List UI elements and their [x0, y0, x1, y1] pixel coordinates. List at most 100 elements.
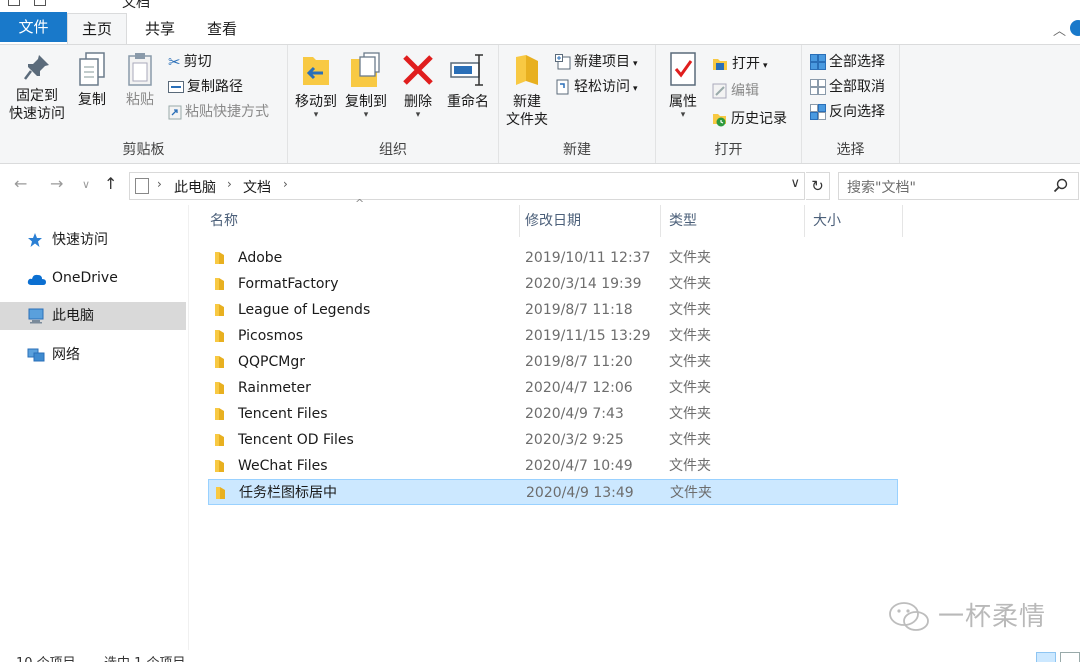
file-type: 文件夹 — [670, 485, 712, 501]
edit-button[interactable]: 编辑 — [712, 80, 759, 102]
file-row[interactable]: FormatFactory 2020/3/14 19:39 文件夹 — [208, 271, 898, 297]
up-arrow-icon[interactable]: ↑ — [104, 174, 117, 193]
scissors-icon: ✂ — [168, 53, 181, 71]
column-header-name[interactable]: 名称 — [202, 205, 520, 237]
tab-file[interactable]: 文件 — [0, 12, 67, 42]
file-row[interactable]: Tencent Files 2020/4/9 7:43 文件夹 — [208, 401, 898, 427]
refresh-button[interactable]: ↻ — [806, 172, 830, 200]
select-all-icon — [810, 54, 826, 70]
open-group-label: 打开 — [714, 142, 743, 158]
app-icon[interactable] — [8, 0, 20, 6]
navigation-bar: ← → ∨ ↑ › 此电脑 › 文档 › ∨ ↻ 搜索"文档" — [0, 165, 1080, 205]
column-header-size[interactable]: 大小 — [805, 205, 903, 237]
folder-icon — [215, 278, 224, 290]
ribbon-collapse-icon[interactable]: ︿ — [1053, 20, 1066, 39]
folder-icon — [215, 434, 224, 446]
large-icons-view-button[interactable] — [1060, 652, 1080, 662]
new-folder-label-1: 新建 — [513, 94, 541, 110]
file-row[interactable]: League of Legends 2019/8/7 11:18 文件夹 — [208, 297, 898, 323]
column-header-modified[interactable]: 修改日期 — [517, 205, 661, 237]
address-bar[interactable]: › 此电脑 › 文档 › ∨ — [129, 172, 805, 200]
sidebar-item-quick-access[interactable]: 快速访问 — [0, 226, 186, 254]
tab-view[interactable]: 查看 — [194, 14, 250, 44]
copy-path-button[interactable]: 复制路径 — [168, 76, 243, 98]
paste-button[interactable]: 粘贴 — [120, 51, 160, 109]
properties-button[interactable]: 属性 ▾ — [662, 51, 704, 120]
sidebar-item-network[interactable]: 网络 — [0, 341, 186, 369]
file-date: 2019/11/15 13:29 — [525, 328, 651, 344]
move-to-button[interactable]: 移动到 ▾ — [292, 51, 340, 120]
search-input[interactable]: 搜索"文档" — [838, 172, 1079, 200]
tab-share[interactable]: 共享 — [132, 14, 188, 44]
invert-selection-button[interactable]: 反向选择 — [810, 101, 885, 123]
easy-access-dropdown-icon: ▾ — [633, 84, 638, 94]
cut-button[interactable]: ✂ 剪切 — [168, 51, 212, 73]
sidebar-item-onedrive[interactable]: OneDrive — [0, 264, 186, 292]
move-to-icon — [303, 57, 329, 85]
move-to-label: 移动到 — [295, 94, 337, 110]
recent-locations-chevron-icon[interactable]: ∨ — [82, 178, 90, 191]
history-button[interactable]: 历史记录 — [712, 108, 787, 130]
quick-access-toolbar-icon[interactable] — [34, 0, 46, 6]
file-date: 2019/10/11 12:37 — [525, 250, 651, 266]
tab-home[interactable]: 主页 — [67, 13, 127, 46]
select-all-button[interactable]: 全部选择 — [810, 51, 885, 73]
paste-shortcut-button[interactable]: 粘贴快捷方式 — [168, 101, 269, 123]
column-header-type[interactable]: 类型 — [661, 205, 805, 237]
sidebar-item-this-pc[interactable]: 此电脑 — [0, 302, 186, 330]
file-date: 2020/3/14 19:39 — [525, 276, 642, 292]
file-row[interactable]: Picosmos 2019/11/15 13:29 文件夹 — [208, 323, 898, 349]
copy-to-button[interactable]: 复制到 ▾ — [342, 51, 390, 120]
paste-icon — [128, 53, 152, 86]
open-folder-icon — [713, 59, 727, 70]
details-view-button[interactable] — [1036, 652, 1056, 662]
breadcrumb-chevron-icon[interactable]: › — [283, 177, 288, 191]
file-row[interactable]: Tencent OD Files 2020/3/2 9:25 文件夹 — [208, 427, 898, 453]
file-row[interactable]: Adobe 2019/10/11 12:37 文件夹 — [208, 245, 898, 271]
file-row[interactable]: QQPCMgr 2019/8/7 11:20 文件夹 — [208, 349, 898, 375]
help-icon[interactable] — [1070, 20, 1080, 36]
new-item-button[interactable]: 新建项目 ▾ — [555, 51, 638, 73]
back-arrow-icon[interactable]: ← — [14, 174, 27, 193]
delete-button[interactable]: 删除 ▾ — [398, 51, 438, 120]
forward-arrow-icon[interactable]: → — [50, 174, 63, 193]
folder-icon — [215, 356, 224, 368]
search-icon[interactable] — [1053, 178, 1069, 194]
file-type: 文件夹 — [669, 276, 711, 292]
breadcrumb-documents[interactable]: 文档 — [243, 177, 271, 197]
organize-group-label: 组织 — [379, 142, 407, 158]
file-row[interactable]: WeChat Files 2020/4/7 10:49 文件夹 — [208, 453, 898, 479]
cloud-icon — [27, 274, 46, 285]
breadcrumb-this-pc[interactable]: 此电脑 — [174, 177, 216, 197]
file-name: Adobe — [238, 250, 283, 266]
breadcrumb-chevron-icon[interactable]: › — [157, 177, 162, 191]
copy-button[interactable]: 复制 — [72, 51, 112, 109]
file-name: Tencent Files — [238, 406, 328, 422]
new-folder-button[interactable]: 新建 文件夹 — [503, 51, 551, 129]
breadcrumb-chevron-icon[interactable]: › — [227, 177, 232, 191]
organize-group: 移动到 ▾ 复制到 ▾ 删除 ▾ 重命名 组织 — [288, 45, 499, 163]
file-row[interactable]: Rainmeter 2020/4/7 12:06 文件夹 — [208, 375, 898, 401]
select-group: 全部选择 全部取消 反向选择 选择 — [802, 45, 900, 163]
rename-button[interactable]: 重命名 — [442, 51, 494, 111]
edit-label: 编辑 — [731, 83, 759, 99]
address-dropdown-icon[interactable]: ∨ — [790, 176, 800, 191]
delete-label: 删除 — [404, 94, 432, 110]
star-icon — [28, 233, 42, 247]
documents-location-icon — [135, 178, 149, 194]
folder-icon — [216, 487, 225, 499]
open-label: 打开 — [732, 56, 760, 72]
easy-access-icon — [556, 79, 569, 95]
pin-to-quick-access-button[interactable]: 固定到 快速访问 — [6, 51, 68, 123]
sidebar-item-label: 快速访问 — [52, 232, 108, 248]
new-folder-icon — [516, 55, 538, 85]
delete-dropdown-icon: ▾ — [415, 110, 421, 120]
sidebar-item-label: 此电脑 — [52, 308, 94, 324]
select-none-button[interactable]: 全部取消 — [810, 76, 885, 98]
open-group: 属性 ▾ 打开 ▾ 编辑 历史记录 打开 — [656, 45, 802, 163]
pin-label-2: 快速访问 — [9, 106, 65, 122]
file-type: 文件夹 — [669, 458, 711, 474]
open-button[interactable]: 打开 ▾ — [712, 53, 768, 75]
easy-access-button[interactable]: 轻松访问 ▾ — [555, 76, 638, 98]
file-row-selected[interactable]: 任务栏图标居中 2020/4/9 13:49 文件夹 — [208, 479, 898, 505]
